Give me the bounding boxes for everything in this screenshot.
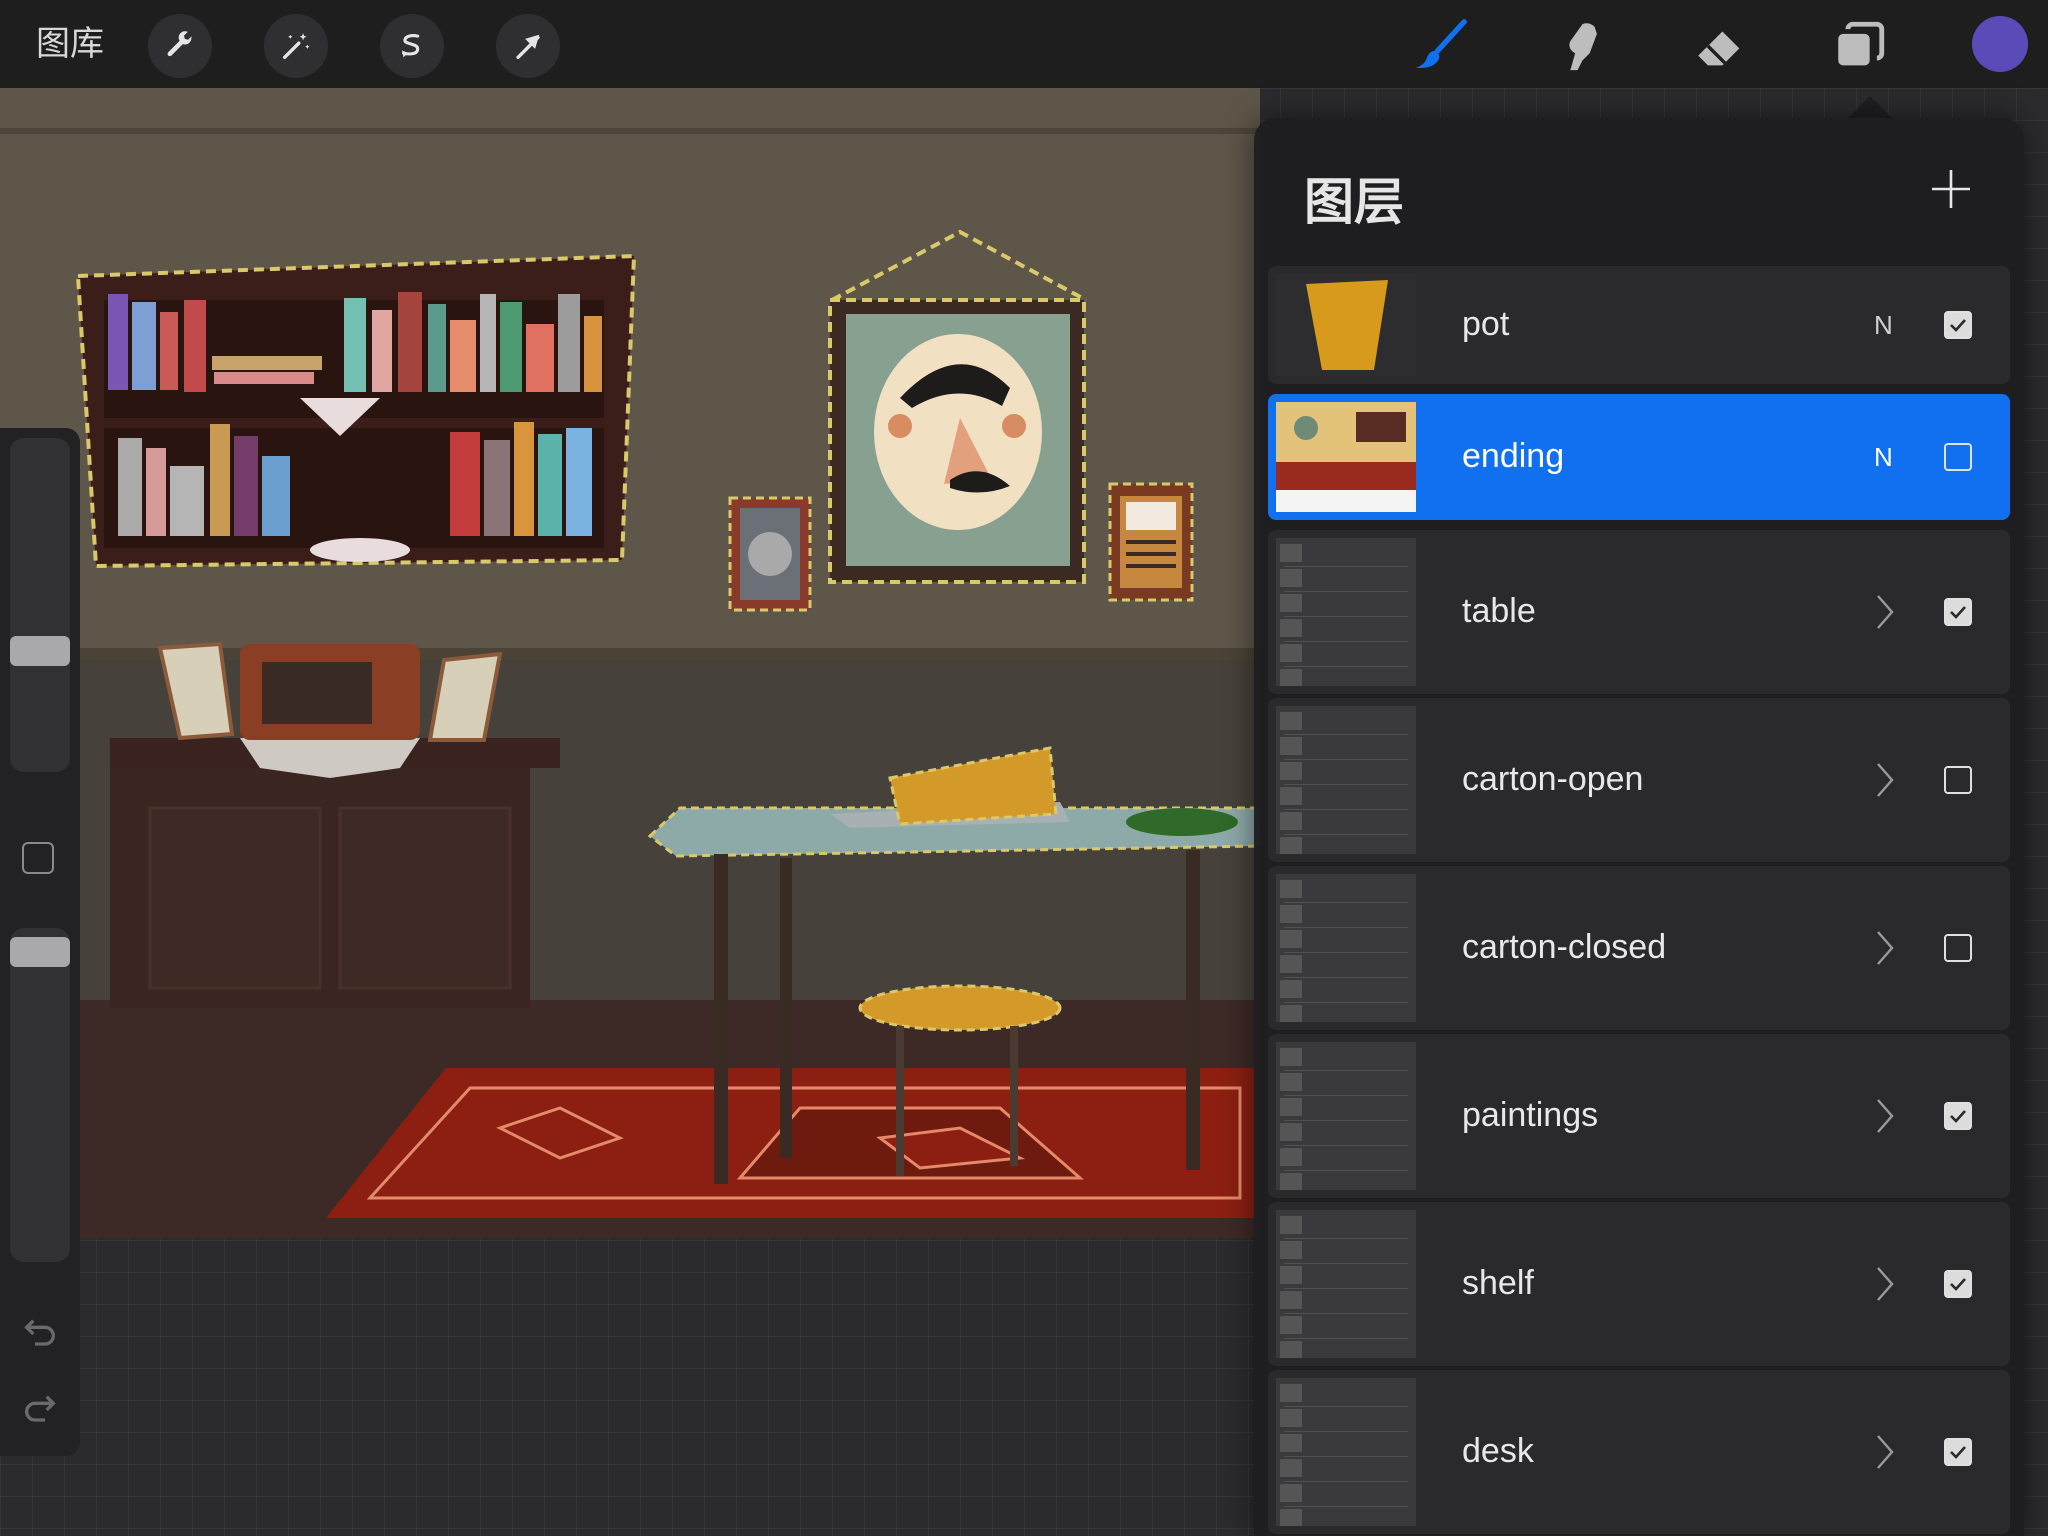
layer-row[interactable]: desk	[1268, 1370, 2010, 1534]
wrench-icon	[167, 31, 192, 57]
layer-row[interactable]: ending N	[1268, 394, 2010, 520]
color-picker-swatch[interactable]	[1972, 16, 2028, 72]
layer-visibility-checkbox[interactable]	[1944, 766, 1972, 794]
opacity-thumb[interactable]	[10, 937, 70, 968]
actions-button[interactable]	[148, 14, 212, 78]
layer-name: paintings	[1462, 1096, 1599, 1134]
layer-row[interactable]: pot N	[1268, 266, 2010, 384]
layer-visibility-checkbox[interactable]	[1944, 934, 1972, 962]
plus-icon	[1932, 170, 1970, 208]
brush-tool[interactable]	[1408, 14, 1472, 78]
chevron-right-icon[interactable]	[1872, 592, 1898, 632]
undo-button[interactable]	[20, 1314, 60, 1354]
undo-icon	[24, 1319, 55, 1346]
layer-visibility-checkbox[interactable]	[1944, 1102, 1972, 1130]
chevron-right-icon[interactable]	[1872, 1432, 1898, 1472]
transform-arrow-icon	[516, 34, 540, 60]
layer-thumbnail[interactable]	[1276, 402, 1416, 512]
layer-thumbnail[interactable]	[1276, 274, 1416, 376]
blend-mode-button[interactable]: N	[1874, 442, 1893, 473]
layer-row[interactable]: carton-closed	[1268, 866, 2010, 1030]
chevron-right-icon[interactable]	[1872, 1096, 1898, 1136]
selection-icon	[401, 33, 420, 58]
eraser-tool[interactable]	[1688, 14, 1752, 78]
small-portrait-painting	[728, 496, 812, 612]
layers-tool[interactable]	[1828, 14, 1892, 78]
layers-panel: 图层 pot Nending Ntable carton-open carton-clo…	[1254, 118, 2024, 1536]
rug	[326, 1068, 1260, 1218]
layer-thumbnail[interactable]	[1276, 874, 1416, 1022]
layers-panel-caret	[1848, 96, 1892, 118]
layer-thumbnail[interactable]	[1276, 1378, 1416, 1526]
layer-row[interactable]: shelf	[1268, 1202, 2010, 1366]
layer-name: carton-open	[1462, 760, 1644, 798]
layer-row[interactable]: carton-open	[1268, 698, 2010, 862]
layer-visibility-checkbox[interactable]	[1944, 311, 1972, 339]
layer-name: ending	[1462, 437, 1565, 475]
note-painting	[1108, 482, 1194, 602]
gallery-button[interactable]: 图库	[36, 22, 104, 66]
green-object	[1126, 808, 1238, 836]
artwork-canvas[interactable]	[0, 88, 1260, 1238]
left-sidebar	[0, 428, 80, 1456]
layer-name: carton-closed	[1462, 928, 1667, 966]
magic-wand-icon	[282, 33, 310, 60]
brush-size-thumb[interactable]	[10, 635, 70, 666]
layers-panel-title: 图层	[1304, 174, 1404, 230]
eraser-icon	[1698, 31, 1740, 66]
chevron-right-icon[interactable]	[1872, 928, 1898, 968]
dresser	[110, 641, 560, 1008]
layers-icon	[1838, 21, 1885, 66]
add-layer-button[interactable]	[1928, 166, 1974, 212]
layer-thumbnail[interactable]	[1276, 538, 1416, 686]
layer-thumbnail[interactable]	[1276, 706, 1416, 854]
layer-name: pot	[1462, 305, 1510, 343]
layer-name: shelf	[1462, 1264, 1534, 1302]
layer-name: table	[1462, 592, 1536, 630]
layer-visibility-checkbox[interactable]	[1944, 1438, 1972, 1466]
brush-size-slider[interactable]	[10, 438, 70, 772]
layer-row[interactable]: table	[1268, 530, 2010, 694]
wall-trim	[0, 128, 1260, 134]
top-toolbar: 图库	[0, 0, 2048, 88]
smudge-icon	[1569, 23, 1597, 71]
layer-thumbnail[interactable]	[1276, 1210, 1416, 1358]
brush-icon	[1415, 19, 1467, 69]
layer-name: desk	[1462, 1432, 1534, 1470]
opacity-slider[interactable]	[10, 928, 70, 1262]
transform-button[interactable]	[496, 14, 560, 78]
layer-visibility-checkbox[interactable]	[1944, 443, 1972, 471]
layer-visibility-checkbox[interactable]	[1944, 1270, 1972, 1298]
chevron-right-icon[interactable]	[1872, 760, 1898, 800]
redo-icon	[25, 1395, 56, 1422]
blend-mode-button[interactable]: N	[1874, 310, 1893, 341]
smudge-tool[interactable]	[1548, 14, 1612, 78]
adjustments-button[interactable]	[264, 14, 328, 78]
layer-thumbnail[interactable]	[1276, 1042, 1416, 1190]
layer-visibility-checkbox[interactable]	[1944, 598, 1972, 626]
layer-row[interactable]: paintings	[1268, 1034, 2010, 1198]
selection-button[interactable]	[380, 14, 444, 78]
chevron-right-icon[interactable]	[1872, 1264, 1898, 1304]
modify-button[interactable]	[22, 842, 54, 874]
bookshelf	[75, 253, 637, 569]
redo-button[interactable]	[20, 1390, 60, 1430]
